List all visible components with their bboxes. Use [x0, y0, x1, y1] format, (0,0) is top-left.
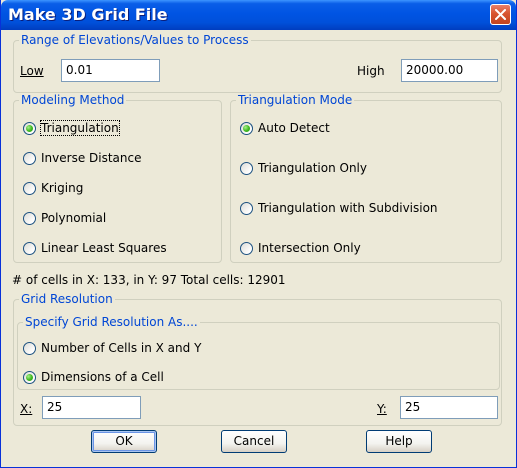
range-group-legend: Range of Elevations/Values to Process [19, 33, 251, 47]
radio-unchecked-icon[interactable] [23, 152, 36, 165]
low-label: Low [20, 64, 44, 78]
modeling-option-label: Inverse Distance [41, 151, 142, 165]
dialog-window: Make 3D Grid File Range of Elevations/Va… [0, 0, 517, 468]
radio-unchecked-icon[interactable] [23, 182, 36, 195]
resolution-option-label: Dimensions of a Cell [41, 370, 164, 384]
high-label: High [357, 64, 385, 78]
title-bar[interactable]: Make 3D Grid File [1, 0, 516, 30]
radio-checked-icon[interactable] [240, 122, 253, 135]
modeling-option-label: Triangulation [40, 120, 120, 136]
high-label-value: High [357, 64, 385, 78]
specify-resolution-legend: Specify Grid Resolution As.... [23, 315, 200, 329]
triangulation-option-label: Triangulation with Subdivision [258, 201, 438, 215]
triangulation-option-label: Auto Detect [258, 121, 330, 135]
triangulation-mode-legend: Triangulation Mode [236, 93, 355, 107]
triangulation-option-label: Intersection Only [258, 241, 361, 255]
modeling-method-legend: Modeling Method [19, 93, 127, 107]
radio-unchecked-icon[interactable] [240, 202, 253, 215]
radio-unchecked-icon[interactable] [240, 162, 253, 175]
x-input[interactable]: 25 [42, 396, 141, 419]
cells-info-text: # of cells in X: 133, in Y: 97 Total cel… [12, 273, 286, 287]
modeling-option-label: Linear Least Squares [41, 241, 167, 255]
high-input[interactable]: 20000.00 [401, 59, 498, 82]
grid-resolution-legend: Grid Resolution [19, 292, 115, 306]
low-input[interactable]: 0.01 [61, 59, 160, 82]
y-input[interactable]: 25 [400, 396, 498, 419]
radio-unchecked-icon[interactable] [23, 342, 36, 355]
radio-unchecked-icon[interactable] [240, 242, 253, 255]
radio-unchecked-icon[interactable] [23, 212, 36, 225]
x-label: X: [20, 402, 33, 416]
close-button[interactable] [490, 4, 511, 25]
radio-checked-icon[interactable] [23, 122, 36, 135]
cancel-button[interactable]: Cancel [221, 430, 287, 453]
modeling-option-label: Kriging [41, 181, 84, 195]
resolution-option-label: Number of Cells in X and Y [41, 341, 202, 355]
radio-checked-icon[interactable] [23, 371, 36, 384]
close-icon [495, 9, 506, 20]
radio-unchecked-icon[interactable] [23, 242, 36, 255]
window-title: Make 3D Grid File [8, 5, 168, 24]
ok-button[interactable]: OK [91, 430, 157, 453]
y-label: Y: [377, 402, 387, 416]
help-button[interactable]: Help [366, 430, 432, 453]
triangulation-option-label: Triangulation Only [258, 161, 367, 175]
dialog-client-area: Range of Elevations/Values to Process Lo… [4, 30, 513, 464]
modeling-option-label: Polynomial [41, 211, 107, 225]
low-label-text: Low [20, 64, 44, 78]
